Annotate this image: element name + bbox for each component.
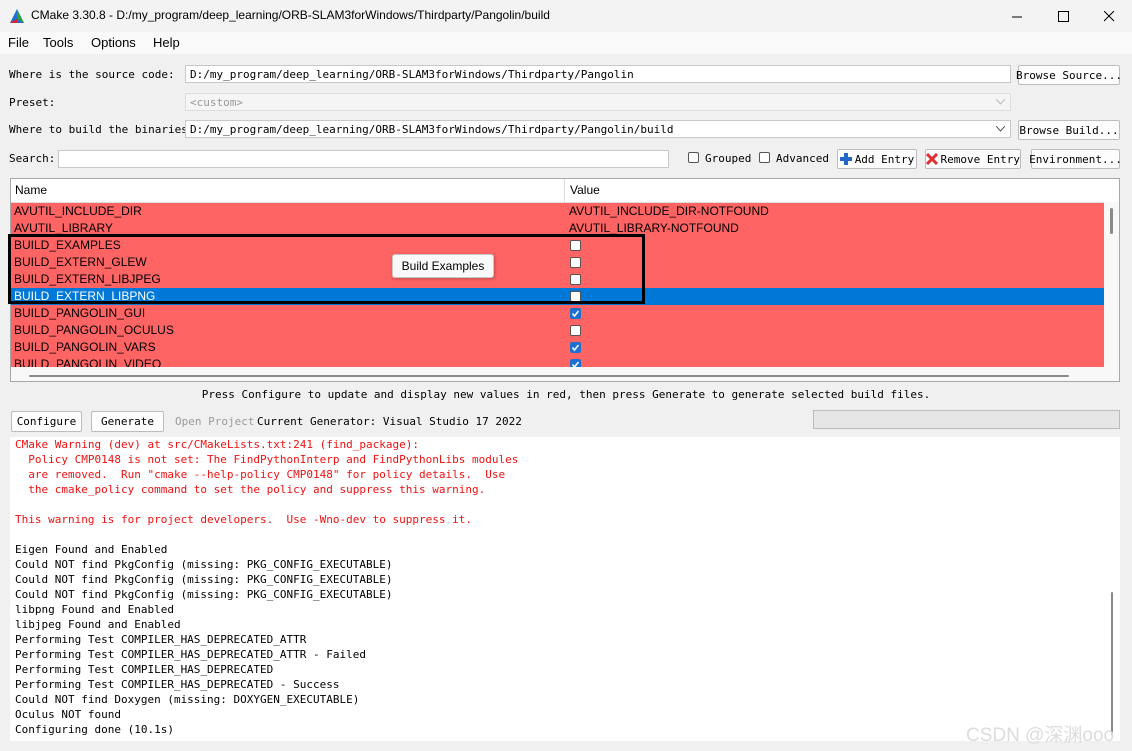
log-line: Performing Test COMPILER_HAS_DEPRECATED_…: [15, 633, 307, 646]
log-line: Configuring done (10.1s): [15, 723, 174, 736]
output-log[interactable]: CMake Warning (dev) at src/CMakeLists.tx…: [10, 437, 1120, 741]
checkmark-icon: [571, 344, 580, 352]
table-vertical-scrollbar[interactable]: [1104, 202, 1119, 367]
grouped-checkbox[interactable]: [688, 152, 699, 163]
log-line: Policy CMP0148 is not set: The FindPytho…: [15, 453, 519, 466]
log-line: Could NOT find PkgConfig (missing: PKG_C…: [15, 588, 393, 601]
column-header-value[interactable]: Value: [566, 179, 1104, 202]
log-line: libpng Found and Enabled: [15, 603, 174, 616]
add-entry-button[interactable]: Add Entry: [837, 149, 917, 169]
menu-tools[interactable]: Tools: [43, 35, 73, 50]
table-row[interactable]: BUILD_PANGOLIN_GUI: [11, 305, 1104, 322]
preset-value: <custom>: [190, 96, 243, 109]
grouped-label: Grouped: [705, 152, 752, 165]
log-line: Oculus NOT found: [15, 708, 121, 721]
entry-value[interactable]: AVUTIL_INCLUDE_DIR-NOTFOUND: [569, 204, 769, 218]
remove-icon: [926, 153, 938, 165]
log-line: Could NOT find PkgConfig (missing: PKG_C…: [15, 558, 393, 571]
hscrollbar-thumb[interactable]: [29, 375, 1069, 377]
highlight-box: [8, 234, 645, 304]
search-input[interactable]: [58, 150, 669, 168]
maximize-button[interactable]: [1040, 0, 1086, 32]
progress-bar: [813, 410, 1120, 429]
log-line: are removed. Run "cmake --help-policy CM…: [15, 468, 506, 481]
browse-build-button[interactable]: Browse Build...: [1018, 120, 1120, 140]
close-button[interactable]: [1086, 0, 1132, 32]
log-line: Could NOT find Doxygen (missing: DOXYGEN…: [15, 693, 360, 706]
plus-icon: [839, 153, 852, 165]
build-label: Where to build the binaries:: [9, 123, 195, 136]
entry-name: AVUTIL_LIBRARY: [14, 221, 113, 235]
browse-source-button[interactable]: Browse Source...: [1016, 65, 1122, 85]
log-line: libjpeg Found and Enabled: [15, 618, 181, 631]
menu-options[interactable]: Options: [91, 35, 136, 50]
checkmark-icon: [571, 310, 580, 318]
entry-checkbox[interactable]: [570, 342, 581, 353]
build-path-value: D:/my_program/deep_learning/ORB-SLAM3for…: [190, 123, 674, 136]
current-generator: Current Generator: Visual Studio 17 2022: [257, 415, 522, 428]
chevron-down-icon: [996, 99, 1005, 105]
scrollbar-thumb[interactable]: [1110, 208, 1113, 234]
add-entry-label: Add Entry: [854, 152, 915, 166]
menu-help[interactable]: Help: [153, 35, 180, 50]
advanced-checkbox[interactable]: [759, 152, 770, 163]
log-vertical-scrollbar[interactable]: [1104, 437, 1120, 741]
search-label: Search:: [9, 152, 56, 165]
remove-entry-label: Remove Entry: [940, 152, 1020, 166]
remove-entry-button[interactable]: Remove Entry: [925, 149, 1021, 169]
menu-bar: File Tools Options Help: [0, 32, 1132, 54]
entry-name: BUILD_PANGOLIN_VARS: [14, 340, 156, 354]
entry-checkbox[interactable]: [570, 308, 581, 319]
log-line: Performing Test COMPILER_HAS_DEPRECATED …: [15, 678, 340, 691]
column-header-name[interactable]: Name: [11, 179, 565, 202]
source-label: Where is the source code:: [9, 68, 175, 81]
open-project-button[interactable]: Open Project: [175, 415, 254, 428]
maximize-icon: [1057, 10, 1069, 22]
table-row[interactable]: BUILD_PANGOLIN_OCULUS: [11, 322, 1104, 339]
entry-name: BUILD_PANGOLIN_OCULUS: [14, 323, 174, 337]
cmake-logo-icon: [10, 9, 24, 23]
build-path-select[interactable]: D:/my_program/deep_learning/ORB-SLAM3for…: [185, 120, 1011, 138]
log-line: Performing Test COMPILER_HAS_DEPRECATED_…: [15, 648, 366, 661]
table-horizontal-scrollbar[interactable]: [11, 367, 1119, 381]
log-line: Could NOT find PkgConfig (missing: PKG_C…: [15, 573, 393, 586]
title-bar: CMake 3.30.8 - D:/my_program/deep_learni…: [0, 0, 1132, 32]
entry-checkbox[interactable]: [570, 325, 581, 336]
minimize-button[interactable]: [994, 0, 1040, 32]
log-line: This warning is for project developers. …: [15, 513, 472, 526]
log-line: CMake Warning (dev) at src/CMakeLists.tx…: [15, 438, 419, 451]
log-line: Performing Test COMPILER_HAS_DEPRECATED: [15, 663, 274, 676]
table-row[interactable]: BUILD_PANGOLIN_VARS: [11, 339, 1104, 356]
preset-label: Preset:: [9, 96, 56, 109]
watermark: CSDN @深渊ooo: [966, 725, 1115, 746]
entry-value[interactable]: AVUTIL_LIBRARY-NOTFOUND: [569, 221, 739, 235]
window-title: CMake 3.30.8 - D:/my_program/deep_learni…: [31, 8, 550, 22]
minimize-icon: [1011, 16, 1022, 17]
chevron-down-icon: [996, 126, 1005, 132]
configure-button[interactable]: Configure: [11, 411, 82, 432]
preset-select[interactable]: <custom>: [185, 93, 1011, 111]
tooltip: Build Examples: [392, 254, 494, 278]
log-line: the cmake_policy command to set the poli…: [15, 483, 486, 496]
close-icon: [1103, 10, 1114, 21]
log-line: Eigen Found and Enabled: [15, 543, 168, 556]
environment-button[interactable]: Environment...: [1029, 149, 1122, 169]
log-scrollbar-thumb[interactable]: [1111, 592, 1113, 735]
menu-file[interactable]: File: [8, 35, 29, 50]
entry-name: BUILD_PANGOLIN_GUI: [14, 306, 146, 320]
generate-button[interactable]: Generate: [91, 411, 164, 432]
configure-hint: Press Configure to update and display ne…: [201, 388, 931, 401]
entry-name: AVUTIL_INCLUDE_DIR: [14, 204, 142, 218]
source-path-input[interactable]: D:/my_program/deep_learning/ORB-SLAM3for…: [185, 65, 1011, 83]
table-row[interactable]: AVUTIL_INCLUDE_DIR AVUTIL_INCLUDE_DIR-NOT…: [11, 203, 1104, 220]
advanced-label: Advanced: [776, 152, 829, 165]
